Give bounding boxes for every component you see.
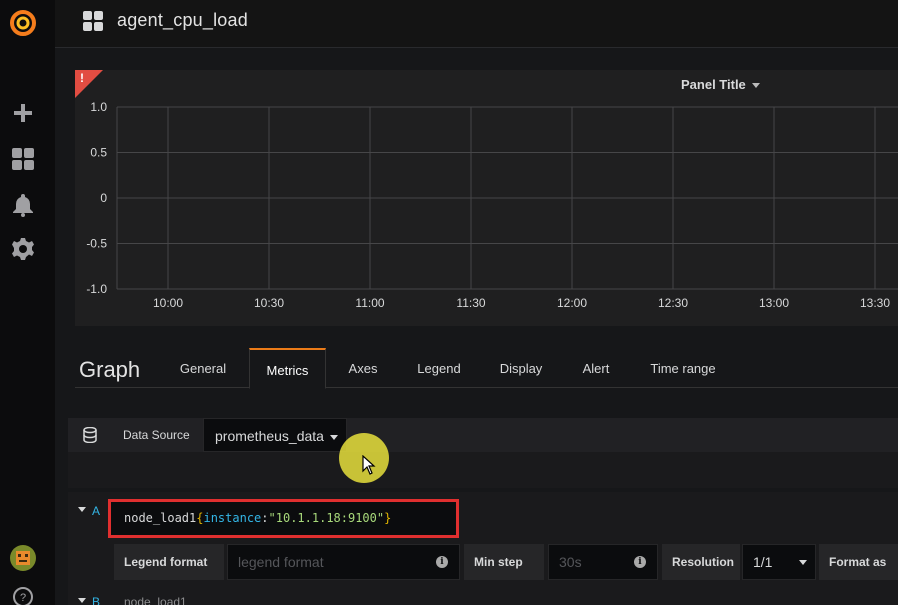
database-icon — [83, 426, 97, 448]
query-letter-b[interactable]: B — [92, 595, 100, 605]
query-expression-input[interactable]: node_load1{instance:"10.1.1.18:9100"} — [108, 499, 459, 538]
settings-gear-icon[interactable] — [0, 234, 46, 264]
tab-display[interactable]: Display — [487, 348, 555, 388]
tab-time-range[interactable]: Time range — [639, 348, 727, 388]
y-tick-label: -1.0 — [86, 282, 107, 296]
chevron-down-icon — [799, 560, 807, 565]
chevron-down-icon — [329, 434, 338, 440]
x-tick-label: 13:00 — [759, 296, 789, 310]
tab-legend[interactable]: Legend — [407, 348, 471, 388]
y-tick-label: 1.0 — [90, 100, 107, 114]
tab-alert[interactable]: Alert — [571, 348, 621, 388]
datasource-label: Data Source — [123, 428, 190, 442]
svg-text:?: ? — [20, 592, 26, 604]
x-tick-label: 12:30 — [658, 296, 688, 310]
x-tick-label: 10:30 — [254, 296, 284, 310]
tab-axes[interactable]: Axes — [335, 348, 391, 388]
y-tick-label: 0.5 — [90, 146, 107, 160]
legend-format-input[interactable]: legend format — [227, 544, 460, 580]
editor-title: Graph — [79, 357, 141, 382]
alert-exclamation-icon: ! — [80, 71, 84, 85]
panel-title-text: Panel Title — [681, 77, 746, 92]
x-tick-label: 11:00 — [355, 296, 384, 310]
x-tick-label: 12:00 — [557, 296, 587, 310]
sidebar: ? — [0, 0, 55, 605]
query-row-a: A node_load1{instance:"10.1.1.18:9100"} … — [68, 492, 898, 605]
help-icon[interactable]: ? — [0, 585, 46, 605]
dashboard-title[interactable]: agent_cpu_load — [117, 10, 248, 31]
min-step-label: Min step — [464, 544, 544, 580]
query-brace-close: } — [384, 511, 392, 525]
dashboard-grid-icon[interactable] — [82, 10, 104, 37]
datasource-select[interactable]: prometheus_data — [203, 418, 347, 452]
tab-general[interactable]: General — [167, 348, 239, 388]
user-avatar[interactable] — [0, 543, 46, 573]
x-tick-label: 11:30 — [456, 296, 485, 310]
editor-tabs: General Metrics Axes Legend Display Aler… — [75, 348, 898, 389]
resolution-select[interactable]: 1/1 — [742, 544, 816, 580]
x-tick-label: 10:00 — [153, 296, 183, 310]
create-plus-icon[interactable] — [0, 98, 46, 128]
query-metric: node_load1 — [124, 511, 197, 525]
legend-format-label: Legend format — [114, 544, 224, 580]
panel-title-caret-icon — [751, 83, 760, 89]
query-row-b: B node_load1 — [68, 592, 898, 605]
graph-panel: 1.0 0.5 0 -0.5 -1.0 10:00 10:30 11:00 11:30 12:00… — [75, 70, 898, 326]
query-b-expression[interactable]: node_load1 — [124, 595, 187, 605]
query-label-name: instance — [203, 511, 262, 525]
dashboards-icon[interactable] — [0, 144, 46, 174]
min-step-info-icon[interactable]: i — [634, 556, 646, 568]
collapse-caret-icon[interactable] — [78, 598, 86, 603]
top-navbar: agent_cpu_load — [55, 0, 898, 48]
query-label-eq: : — [261, 511, 269, 525]
grafana-logo-icon[interactable] — [0, 6, 46, 40]
collapse-caret-icon[interactable] — [78, 507, 86, 512]
datasource-value: prometheus_data — [215, 428, 324, 444]
y-tick-label: -0.5 — [86, 237, 107, 251]
datasource-spacer — [68, 452, 898, 488]
graph-chart: 1.0 0.5 0 -0.5 -1.0 10:00 10:30 11:00 11:30 12:00… — [86, 100, 898, 310]
query-label-value: "10.1.1.18:9100" — [268, 511, 385, 525]
y-tick-label: 0 — [100, 191, 107, 205]
query-letter-a[interactable]: A — [92, 504, 100, 518]
x-tick-label: 13:30 — [860, 296, 890, 310]
mouse-pointer-icon — [362, 454, 376, 480]
legend-format-info-icon[interactable]: i — [436, 556, 448, 568]
alerting-bell-icon[interactable] — [0, 190, 46, 220]
format-as-label: Format as — [819, 544, 898, 580]
panel-title[interactable]: Panel Title — [681, 77, 760, 92]
tab-metrics[interactable]: Metrics — [249, 348, 326, 389]
resolution-value: 1/1 — [753, 554, 773, 570]
datasource-row: Data Source prometheus_data — [68, 418, 898, 452]
resolution-label: Resolution — [662, 544, 740, 580]
